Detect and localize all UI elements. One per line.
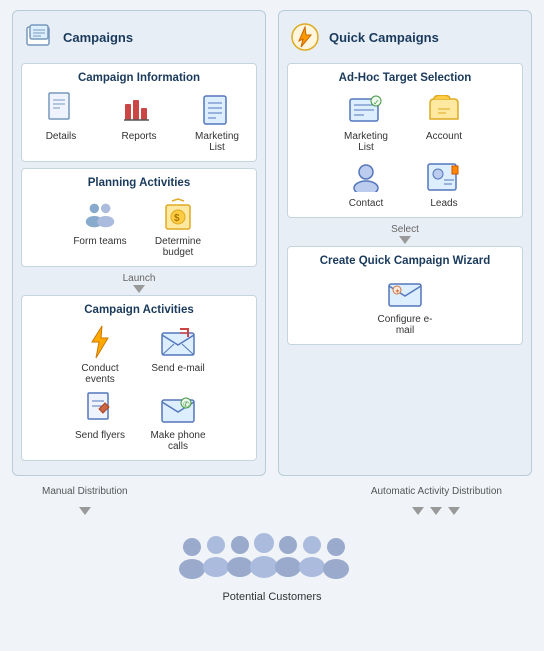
adhoc-title: Ad-Hoc Target Selection: [296, 72, 514, 84]
campaigns-title: Campaigns: [63, 30, 133, 45]
configure-email-icon: ✦: [387, 275, 423, 311]
determine-budget-label: Determine budget: [148, 236, 208, 258]
form-teams-icon: [82, 197, 118, 233]
top-section: Campaigns Campaign Information: [0, 0, 544, 482]
launch-arrow: Launch: [21, 273, 257, 293]
send-email-label: Send e-mail: [151, 363, 204, 374]
reports-item: Reports: [109, 92, 169, 153]
campaign-information-icons: Details Reports: [30, 92, 248, 153]
leads-icon: [426, 159, 462, 195]
select-arrow-icon: [399, 236, 411, 244]
main-container: Campaigns Campaign Information: [0, 0, 544, 651]
configure-email-item: ✦ Configure e-mail: [375, 275, 435, 336]
quick-campaigns-panel: Quick Campaigns Ad-Hoc Target Selection: [278, 10, 532, 476]
account-item: Account: [414, 92, 474, 153]
contact-item: Contact: [336, 159, 396, 209]
conduct-events-icon: [82, 324, 118, 360]
account-icon: [426, 92, 462, 128]
launch-arrow-icon: [133, 285, 145, 293]
campaign-information-title: Campaign Information: [30, 72, 248, 84]
wizard-box: Create Quick Campaign Wizard ✦ Configure…: [287, 246, 523, 345]
conduct-events-item: Conduct events: [70, 324, 130, 385]
adhoc-marketing-list-icon: ✓: [348, 92, 384, 128]
send-email-item: Send e-mail: [148, 324, 208, 385]
select-arrow: Select: [287, 224, 523, 244]
manual-arrow-icon: [79, 507, 91, 515]
bottom-section: Manual Distribution Automatic Activity D…: [0, 482, 544, 609]
automatic-distribution-item: Automatic Activity Distribution: [371, 486, 502, 523]
send-email-icon: [160, 324, 196, 360]
customers-people-svg: [172, 529, 372, 589]
planning-activities-title: Planning Activities: [30, 177, 248, 189]
adhoc-row1: ✓ Marketing List: [296, 92, 514, 153]
customers-icons: [172, 529, 372, 589]
contact-label: Contact: [349, 198, 383, 209]
wizard-icons: ✦ Configure e-mail: [296, 275, 514, 336]
leads-item: Leads: [414, 159, 474, 209]
manual-distribution-item: Manual Distribution: [42, 486, 128, 523]
adhoc-marketing-list-label: Marketing List: [336, 131, 396, 153]
details-icon: [43, 92, 79, 128]
send-flyers-label: Send flyers: [75, 430, 125, 441]
contact-icon: [348, 159, 384, 195]
configure-email-label: Configure e-mail: [375, 314, 435, 336]
auto-arrow-icon-3: [448, 507, 460, 515]
phone-calls-icon: ✆: [160, 391, 196, 427]
send-flyers-icon: [82, 391, 118, 427]
reports-icon: [121, 92, 157, 128]
determine-budget-icon: $: [160, 197, 196, 233]
customers-label: Potential Customers: [222, 591, 321, 603]
campaigns-header: Campaigns: [21, 19, 257, 55]
campaign-activities-icons-row2: Send flyers ✆ Make phone calls: [30, 391, 248, 452]
svg-text:$: $: [174, 213, 180, 224]
phone-calls-label: Make phone calls: [148, 430, 208, 452]
auto-arrow-icon-2: [430, 507, 442, 515]
manual-distribution-label: Manual Distribution: [42, 486, 128, 497]
svg-text:✓: ✓: [373, 98, 380, 107]
distribution-row: Manual Distribution Automatic Activity D…: [12, 486, 532, 523]
marketing-list-item: Marketing List: [187, 92, 247, 153]
reports-label: Reports: [121, 131, 156, 142]
phone-calls-item: ✆ Make phone calls: [148, 391, 208, 452]
quick-campaigns-icon: [287, 19, 323, 55]
leads-label: Leads: [430, 198, 457, 209]
form-teams-item: Form teams: [70, 197, 130, 258]
launch-label: Launch: [123, 273, 156, 284]
planning-activities-box: Planning Activities Form teams: [21, 168, 257, 267]
customers-section: Potential Customers: [172, 529, 372, 603]
details-item: Details: [31, 92, 91, 153]
wizard-title: Create Quick Campaign Wizard: [296, 255, 514, 267]
auto-arrow-icon-1: [412, 507, 424, 515]
details-label: Details: [46, 131, 77, 142]
campaigns-icon: [21, 19, 57, 55]
adhoc-box: Ad-Hoc Target Selection ✓: [287, 63, 523, 218]
campaign-activities-title: Campaign Activities: [30, 304, 248, 316]
quick-campaigns-header: Quick Campaigns: [287, 19, 523, 55]
campaign-activities-icons-row1: Conduct events Send e-mai: [30, 324, 248, 385]
marketing-list-icon: [199, 92, 235, 128]
svg-text:✦: ✦: [395, 288, 401, 296]
select-label: Select: [391, 224, 419, 235]
planning-activities-icons: Form teams $ Determine budget: [30, 197, 248, 258]
automatic-distribution-label: Automatic Activity Distribution: [371, 486, 502, 497]
account-label: Account: [426, 131, 462, 142]
adhoc-marketing-list-item: ✓ Marketing List: [336, 92, 396, 153]
campaign-information-box: Campaign Information: [21, 63, 257, 162]
adhoc-row2: Contact Leads: [296, 159, 514, 209]
campaigns-panel: Campaigns Campaign Information: [12, 10, 266, 476]
marketing-list-label: Marketing List: [187, 131, 247, 153]
campaign-activities-box: Campaign Activities Conduct events: [21, 295, 257, 461]
conduct-events-label: Conduct events: [70, 363, 130, 385]
quick-campaigns-title: Quick Campaigns: [329, 30, 439, 45]
determine-budget-item: $ Determine budget: [148, 197, 208, 258]
form-teams-label: Form teams: [73, 236, 126, 247]
send-flyers-item: Send flyers: [70, 391, 130, 452]
svg-text:✆: ✆: [183, 400, 190, 409]
